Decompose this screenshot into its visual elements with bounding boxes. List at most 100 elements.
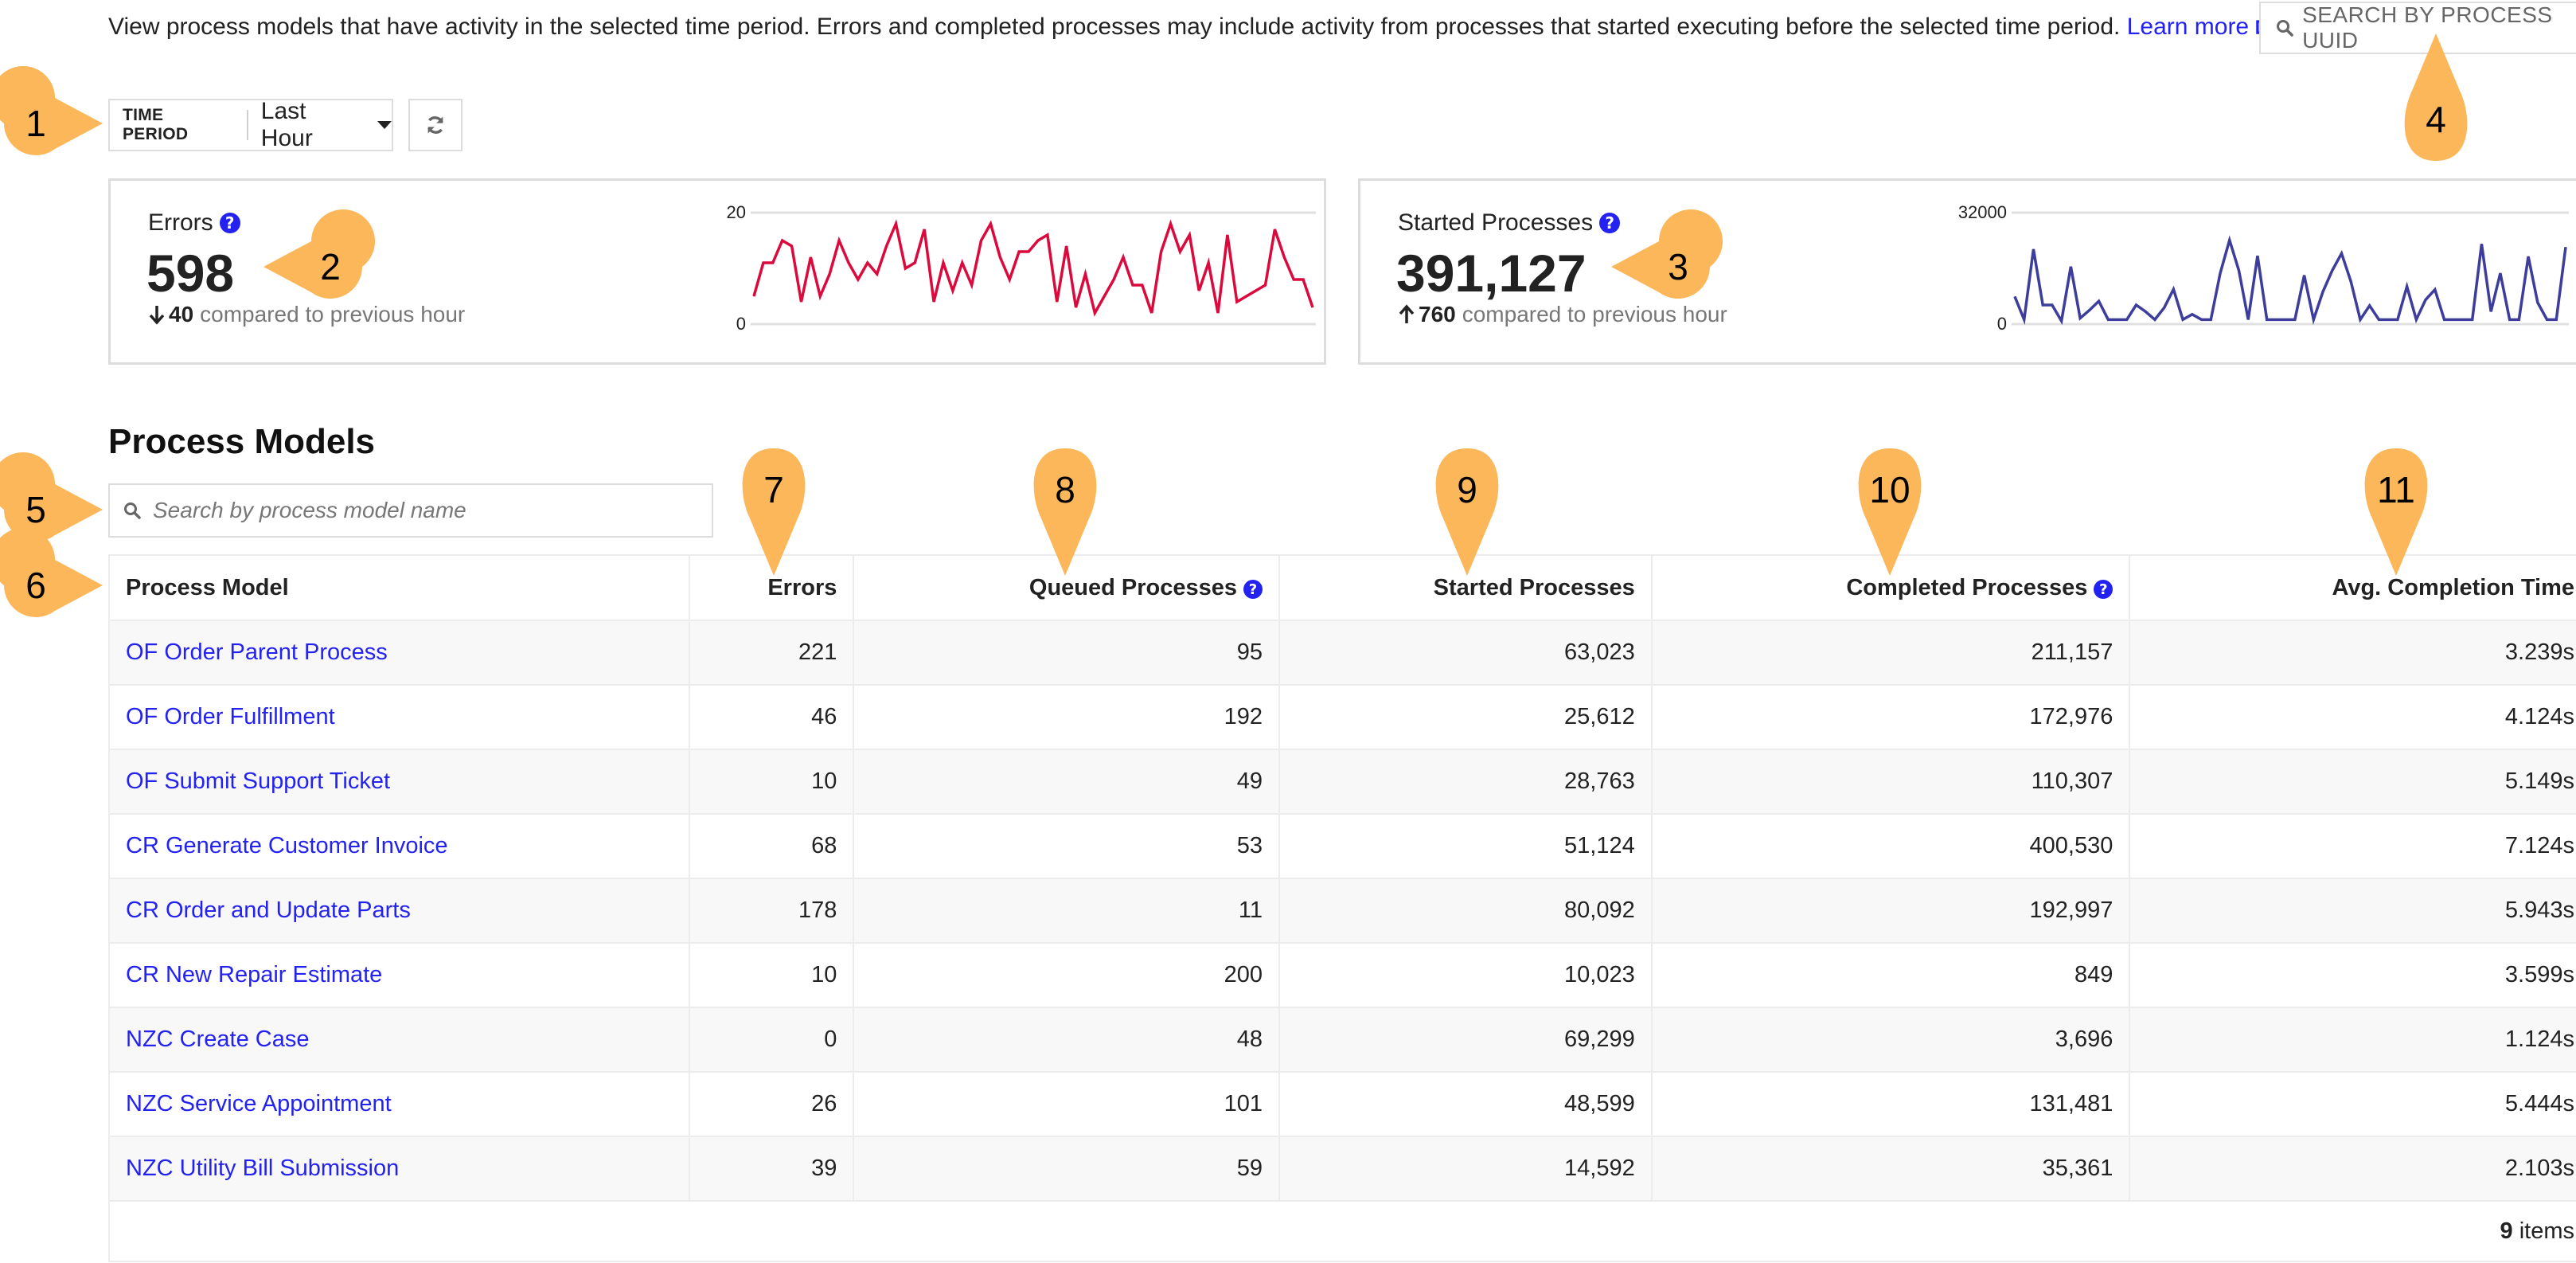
- time-period-label: TIME PERIOD: [123, 106, 189, 143]
- help-icon[interactable]: ?: [219, 213, 240, 233]
- annotation-marker-label: 1: [25, 103, 46, 144]
- sparkline-point: [933, 301, 935, 303]
- time-period-value: Last Hour: [260, 98, 313, 151]
- process-model-name[interactable]: CR Generate Customer Invoice: [107, 813, 691, 879]
- sparkline-point: [2014, 295, 2016, 297]
- process-model-search[interactable]: [108, 483, 713, 538]
- process-uuid-search[interactable]: SEARCH BY PROCESS UUID: [2259, 2, 2576, 54]
- process-model-name[interactable]: CR New Repair Estimate: [107, 942, 691, 1008]
- y-tick-label: 0: [736, 314, 746, 334]
- sparkline-point: [2247, 319, 2249, 320]
- sparkline-point: [2304, 275, 2305, 276]
- process-model-name[interactable]: NZC Service Appointment: [107, 1071, 691, 1137]
- sparkline-point: [772, 262, 774, 264]
- table-row: OF Order Parent Process 221 95 63,023 211,15…: [107, 620, 2576, 686]
- column-header-label: Errors: [767, 574, 837, 600]
- avg-completion-time-cell: 5.444s: [2129, 1071, 2576, 1137]
- errors-cell: 39: [689, 1136, 855, 1202]
- table-row: OF Order Fulfillment 46 192 25,612 172,976 4.…: [107, 684, 2576, 750]
- process-model-link[interactable]: NZC Create Case: [126, 1026, 309, 1052]
- sparkline-point: [2462, 319, 2464, 320]
- started-title-text: Started Processes: [1398, 209, 1594, 236]
- column-header-label: Queued Processes: [1028, 574, 1238, 600]
- process-model-link[interactable]: OF Submit Support Ticket: [126, 768, 390, 794]
- started-processes-cell: 63,023: [1278, 620, 1653, 686]
- sparkline-point: [989, 223, 991, 225]
- help-icon[interactable]: ?: [1599, 213, 1621, 233]
- process-model-link[interactable]: CR Generate Customer Invoice: [126, 833, 448, 858]
- sparkline-point: [819, 295, 821, 297]
- sparkline-point: [1066, 245, 1067, 247]
- learn-more-link[interactable]: Learn more: [2127, 14, 2274, 40]
- table-row: CR New Repair Estimate 10 200 10,023 849 3.59…: [107, 942, 2576, 1008]
- sparkline-point: [2126, 319, 2128, 320]
- process-model-name[interactable]: NZC Create Case: [107, 1007, 691, 1073]
- sparkline-point: [2387, 319, 2389, 320]
- sparkline-point: [1056, 301, 1058, 303]
- refresh-icon: [427, 116, 443, 134]
- process-model-link[interactable]: OF Order Parent Process: [126, 639, 388, 665]
- process-model-name[interactable]: OF Order Fulfillment: [107, 684, 691, 750]
- column-header-label: Process Model: [126, 574, 289, 600]
- process-model-name[interactable]: OF Submit Support Ticket: [107, 749, 691, 815]
- column-header-avg-completion-time[interactable]: Avg. Completion Time: [2129, 554, 2576, 621]
- completed-processes-cell: 849: [1650, 942, 2131, 1008]
- process-model-link[interactable]: CR Order and Update Parts: [126, 897, 411, 923]
- sparkline-point: [1075, 307, 1077, 308]
- errors-cell: 10: [689, 942, 855, 1008]
- process-model-link[interactable]: CR New Repair Estimate: [126, 962, 382, 987]
- sparkline-point: [1274, 229, 1275, 230]
- sparkline-point: [2406, 286, 2408, 287]
- help-icon[interactable]: ?: [1243, 580, 1263, 599]
- annotation-marker-label: 11: [2377, 469, 2415, 510]
- annotation-marker-label: 7: [763, 469, 784, 510]
- sparkline-point: [810, 256, 811, 258]
- process-model-link[interactable]: NZC Utility Bill Submission: [126, 1155, 399, 1181]
- started-processes-cell: 25,612: [1278, 684, 1653, 750]
- sparkline-point: [2397, 319, 2398, 320]
- item-count-number: 9: [2500, 1218, 2513, 1244]
- sparkline-point: [1047, 234, 1048, 236]
- started-processes-cell: 14,592: [1278, 1136, 1653, 1202]
- y-tick-label: 20: [727, 202, 746, 222]
- process-model-name[interactable]: CR Order and Update Parts: [107, 878, 691, 944]
- sparkline-point: [2285, 319, 2286, 320]
- column-header-process-model[interactable]: Process Model: [107, 554, 691, 621]
- help-icon[interactable]: ?: [2094, 580, 2113, 599]
- process-model-link[interactable]: NZC Service Appointment: [126, 1091, 392, 1116]
- sparkline-point: [2322, 291, 2324, 292]
- search-icon: [2277, 19, 2293, 37]
- time-period-dropdown[interactable]: TIME PERIOD Last Hour: [108, 98, 393, 151]
- sparkline-point: [800, 301, 802, 303]
- sparkline-series: [752, 219, 1314, 317]
- process-model-search-input[interactable]: [151, 497, 693, 524]
- table-header-row: Process Model Errors Queued Processes? Star…: [107, 554, 2576, 621]
- errors-cell: 46: [689, 684, 855, 750]
- process-model-name[interactable]: NZC Utility Bill Submission: [107, 1136, 691, 1202]
- annotation-marker-label: 8: [1055, 469, 1075, 510]
- sparkline-point: [1170, 223, 1172, 225]
- refresh-button[interactable]: [408, 99, 463, 151]
- avg-completion-time-cell: 5.943s: [2129, 878, 2576, 944]
- sparkline-point: [1084, 273, 1086, 275]
- errors-count: 598: [146, 244, 235, 303]
- sparkline-point: [2294, 319, 2296, 320]
- sparkline-point: [2350, 281, 2352, 283]
- arrow-up-icon: [1399, 304, 1415, 323]
- completed-processes-cell: 35,361: [1650, 1136, 2131, 1202]
- queued-processes-cell: 95: [853, 620, 1281, 686]
- avg-completion-time-cell: 7.124s: [2129, 813, 2576, 879]
- errors-delta-text: compared to previous hour: [200, 302, 466, 327]
- sparkline-point: [1246, 295, 1247, 297]
- started-processes-cell: 10,023: [1278, 942, 1653, 1008]
- sparkline-point: [971, 284, 973, 286]
- sparkline-point: [2061, 320, 2063, 322]
- table-row: OF Submit Support Ticket 10 49 28,763 110,30…: [107, 749, 2576, 815]
- column-header-label: Avg. Completion Time: [2332, 574, 2574, 600]
- sparkline-point: [2154, 319, 2156, 320]
- sparkline-point: [2219, 272, 2221, 274]
- completed-processes-cell: 110,307: [1650, 749, 2131, 815]
- process-model-name[interactable]: OF Order Parent Process: [107, 620, 691, 686]
- process-model-link[interactable]: OF Order Fulfillment: [126, 704, 335, 729]
- errors-cell: 221: [689, 620, 855, 686]
